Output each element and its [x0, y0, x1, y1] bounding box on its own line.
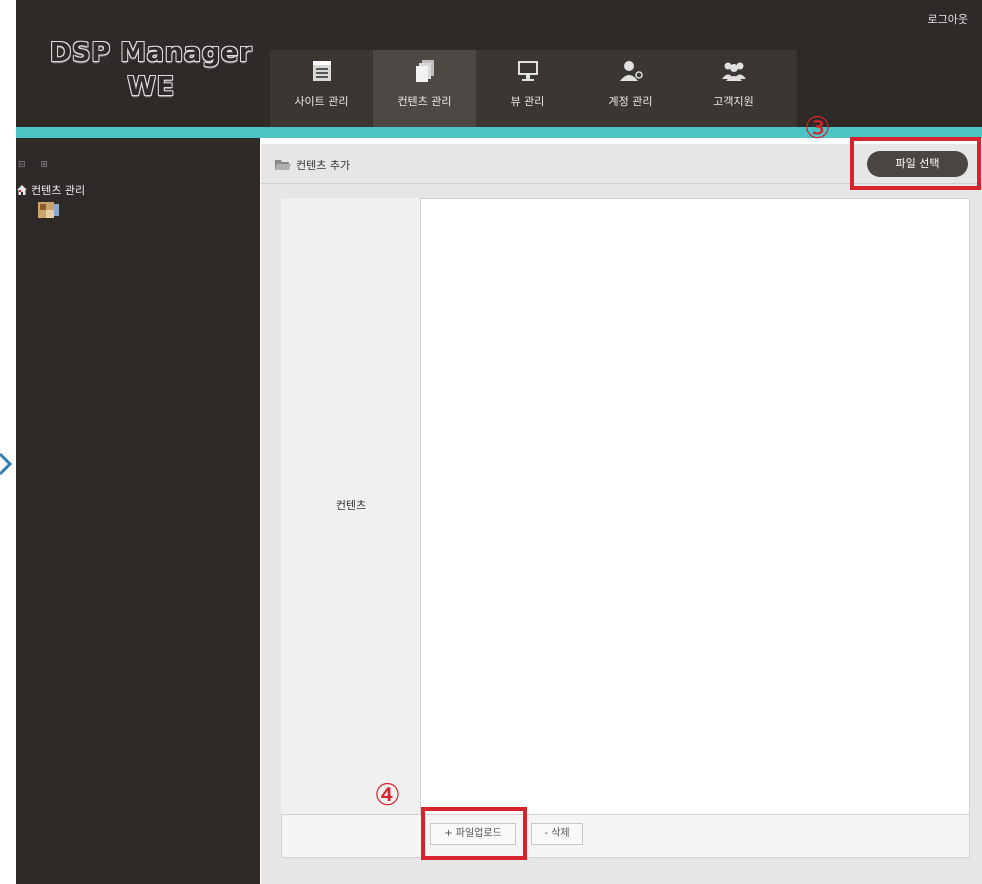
row-label-text: 컨텐츠	[335, 499, 367, 512]
sidebar: ⊟ ⊞ 컨텐츠 관리	[16, 138, 260, 884]
file-list-area[interactable]	[422, 199, 969, 813]
home-icon	[17, 185, 27, 195]
folder-open-icon	[275, 160, 291, 170]
nav-tab-view[interactable]: 뷰 관리	[476, 50, 579, 127]
logout-link[interactable]: 로그아웃	[928, 11, 968, 27]
logo-line-1: DSP Manager	[49, 38, 253, 68]
tree-expand-collapse[interactable]: ⊟ ⊞	[18, 160, 54, 170]
nav-tab-label: 사이트 관리	[294, 95, 349, 108]
nav-tab-label: 컨텐츠 관리	[397, 95, 452, 108]
callout-box-step3	[850, 137, 981, 190]
callout-number-step3: ③	[804, 111, 831, 146]
user-icon	[619, 61, 643, 81]
image-icon	[38, 202, 59, 218]
nav-tab-label: 고객지원	[713, 95, 754, 108]
callout-number-step4: ④	[374, 778, 401, 813]
group-icon	[721, 62, 746, 81]
tree-item-content-root[interactable]: 컨텐츠 관리	[16, 182, 85, 198]
nav-tab-label: 계정 관리	[608, 95, 653, 108]
panel-title: 컨텐츠 추가	[275, 157, 350, 173]
nav-tab-label: 뷰 관리	[510, 95, 545, 108]
chevron-right-icon	[0, 452, 12, 476]
nav-tab-site[interactable]: 사이트 관리	[270, 50, 373, 127]
app-logo: DSP Manager WE	[36, 36, 266, 104]
tree-item-label: 컨텐츠 관리	[31, 184, 86, 197]
calendar-icon	[312, 61, 331, 81]
delete-button[interactable]: - 삭제	[531, 823, 583, 845]
top-header: DSP Manager WE 로그아웃 사이트 관리 컨텐츠 관리 뷰 관리 계…	[16, 0, 982, 127]
callout-box-step4	[421, 807, 527, 860]
nav-tab-content[interactable]: 컨텐츠 관리	[373, 50, 476, 127]
documents-icon	[415, 60, 434, 82]
accent-divider	[16, 127, 982, 138]
nav-tab-account[interactable]: 계정 관리	[579, 50, 682, 127]
main-nav: 사이트 관리 컨텐츠 관리 뷰 관리 계정 관리 고객지원	[270, 50, 797, 127]
nav-tab-support[interactable]: 고객지원	[682, 50, 785, 127]
panel-title-text: 컨텐츠 추가	[296, 159, 351, 172]
monitor-icon	[517, 61, 538, 81]
logo-line-2: WE	[127, 72, 175, 102]
tree-item-image[interactable]	[38, 202, 60, 220]
table-footer-row	[282, 814, 969, 857]
